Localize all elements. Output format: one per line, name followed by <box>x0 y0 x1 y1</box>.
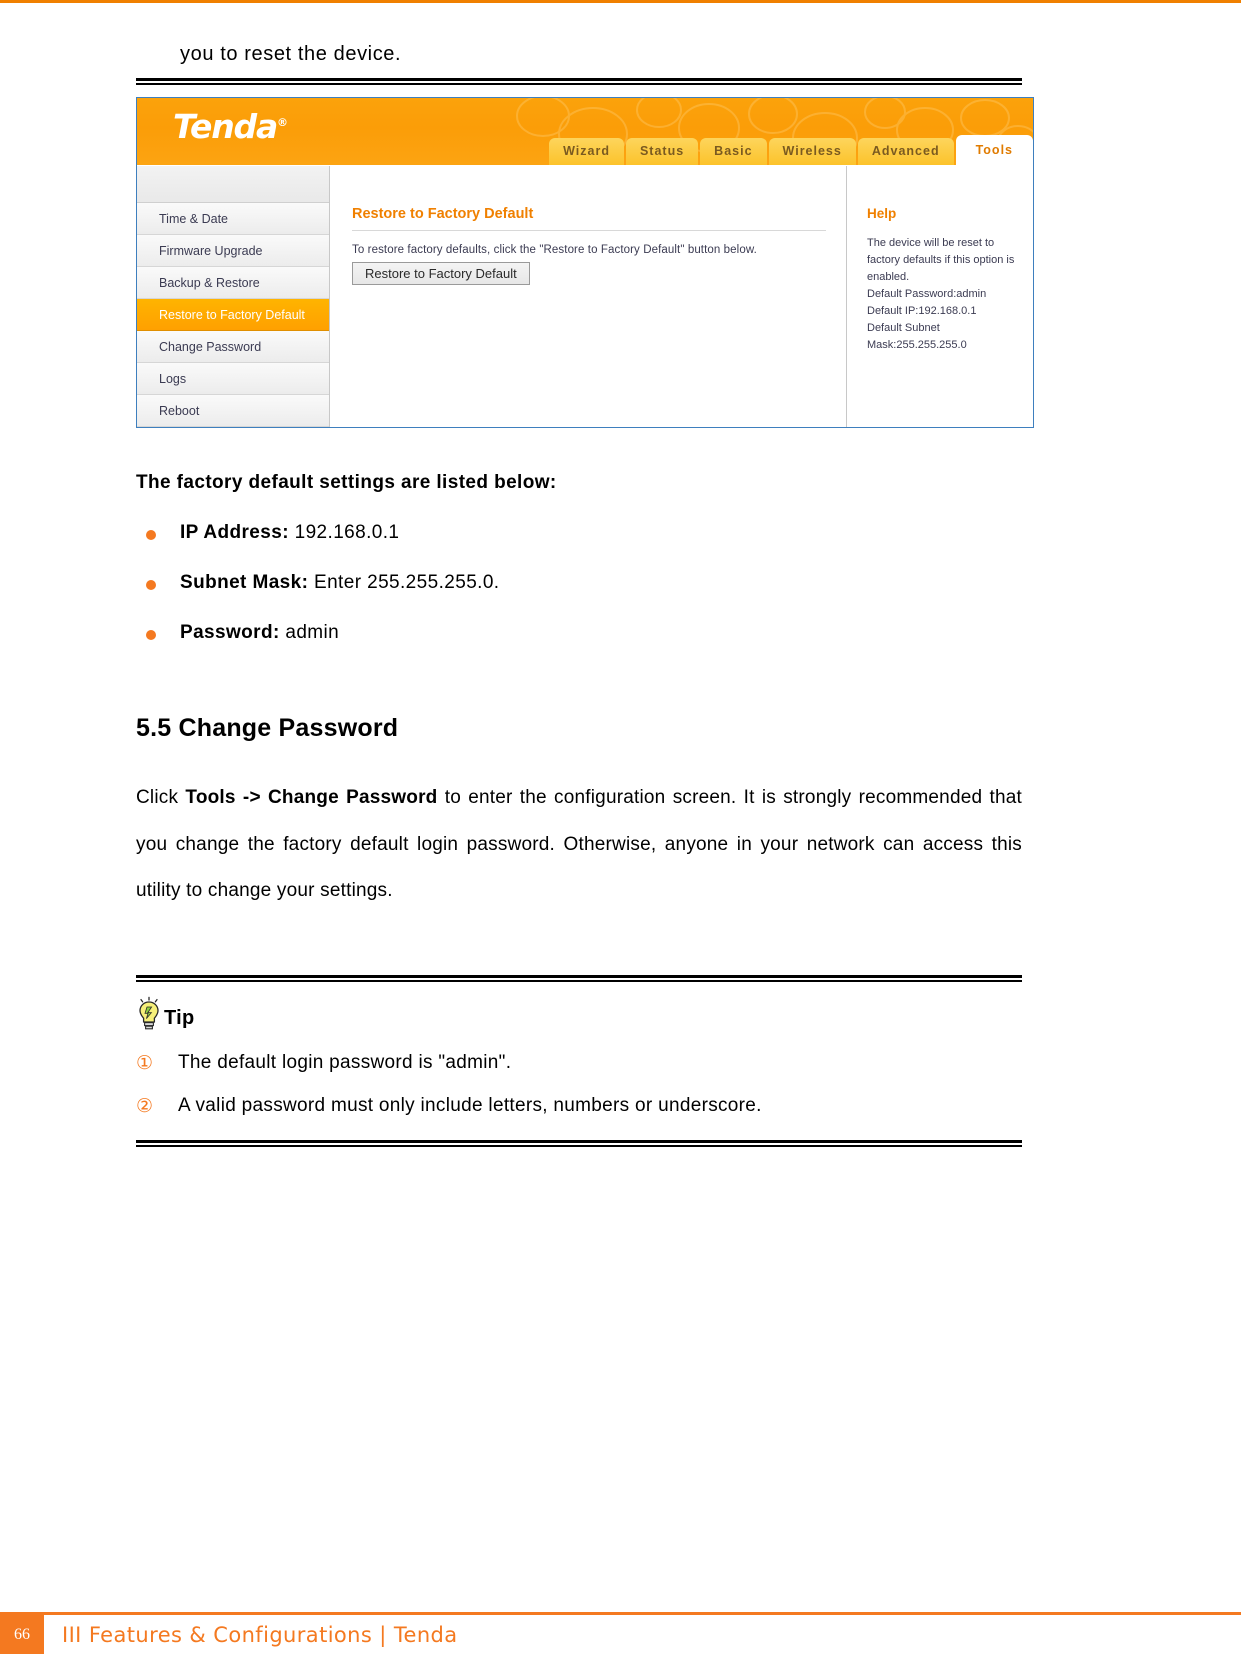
sidebar-item-reboot[interactable]: Reboot <box>137 395 329 427</box>
defaults-list: IP Address: 192.168.0.1 Subnet Mask: Ent… <box>136 522 1022 644</box>
sidebar-item-logs[interactable]: Logs <box>137 363 329 395</box>
restore-to-factory-default-button[interactable]: Restore to Factory Default <box>352 262 530 285</box>
list-item: Password: admin <box>136 622 1022 644</box>
page-footer: 66 III Features & Configurations | Tenda <box>0 1615 1241 1654</box>
carryover-text: you to reset the device. <box>180 43 402 65</box>
help-default-ip: Default IP:192.168.0.1 <box>867 305 977 318</box>
sidebar-item-time-and-date[interactable]: Time & Date <box>137 203 329 235</box>
bullet-dot-icon <box>146 630 156 640</box>
defaults-item-value: Enter 255.255.255.0. <box>314 572 500 593</box>
defaults-item-value: 192.168.0.1 <box>294 522 400 543</box>
sidebar-spacer <box>137 166 329 203</box>
divider-rule-top <box>136 78 1022 85</box>
defaults-heading: The factory default settings are listed … <box>136 472 557 493</box>
tip-rule-top <box>136 974 1022 982</box>
tab-tools[interactable]: Tools <box>955 135 1033 165</box>
list-item: Subnet Mask: Enter 255.255.255.0. <box>136 572 1022 594</box>
defaults-item-label: Subnet Mask: <box>180 572 309 593</box>
tab-wizard[interactable]: Wizard <box>549 138 624 165</box>
page-number: 66 <box>0 1615 44 1654</box>
router-help-pane: Help The device will be reset to factory… <box>847 166 1033 427</box>
help-default-subnet-line2: Mask:255.255.255.0 <box>867 339 967 352</box>
tab-status[interactable]: Status <box>625 138 699 165</box>
help-default-password: Default Password:admin <box>867 288 987 301</box>
registered-mark: ® <box>277 116 289 129</box>
tip-header: Tip <box>136 988 1022 1032</box>
tenda-logo-text: Tenda <box>173 107 278 146</box>
tab-advanced[interactable]: Advanced <box>857 138 954 165</box>
tenda-logo: Tenda® <box>173 107 288 146</box>
router-tab-bar: Wizard Status Basic Wireless Advanced To… <box>549 135 1033 165</box>
tip-text-1: The default login password is "admin". <box>178 1051 512 1073</box>
tip-number-2: ② <box>136 1095 154 1117</box>
pane-instruction: To restore factory defaults, click the "… <box>352 244 757 256</box>
lightbulb-icon <box>136 996 162 1032</box>
page-content: you to reset the device. Tenda® Wizard S… <box>136 0 1034 1147</box>
page-title: 5.5 Change Password <box>136 714 399 742</box>
lightbulb-icon-svg <box>139 996 159 1029</box>
tip-text-2: A valid password must only include lette… <box>178 1094 762 1116</box>
tip-number-1: ① <box>136 1052 154 1074</box>
bullet-dot-icon <box>146 580 156 590</box>
paragraph-nav-path: Tools -> Change Password <box>185 787 438 808</box>
router-main-pane: Restore to Factory Default To restore fa… <box>330 166 847 427</box>
defaults-item-label: IP Address: <box>180 522 289 543</box>
router-body: Time & Date Firmware Upgrade Backup & Re… <box>137 165 1033 427</box>
defaults-item-value: admin <box>285 622 340 643</box>
sidebar-item-backup-and-restore[interactable]: Backup & Restore <box>137 267 329 299</box>
router-header: Tenda® Wizard Status Basic Wireless Adva… <box>137 98 1033 165</box>
change-password-paragraph: Click Tools -> Change Password to enter … <box>136 775 1022 915</box>
sidebar-item-firmware-upgrade[interactable]: Firmware Upgrade <box>137 235 329 267</box>
tip-list-item: ① The default login password is "admin". <box>136 1052 1022 1075</box>
router-ui-screenshot: Tenda® Wizard Status Basic Wireless Adva… <box>136 97 1034 428</box>
tab-basic[interactable]: Basic <box>700 138 767 165</box>
help-paragraph: The device will be reset to factory defa… <box>867 237 1015 284</box>
sidebar-item-change-password[interactable]: Change Password <box>137 331 329 363</box>
footer-title: III Features & Configurations | Tenda <box>62 1622 458 1647</box>
bullet-dot-icon <box>146 530 156 540</box>
help-body: The device will be reset to factory defa… <box>867 235 1023 354</box>
tip-list-item: ② A valid password must only include let… <box>136 1095 1022 1118</box>
paragraph-lead: Click <box>136 787 186 808</box>
tab-wireless[interactable]: Wireless <box>768 138 856 165</box>
help-default-subnet-line1: Default Subnet <box>867 322 940 335</box>
tip-label: Tip <box>164 1006 195 1029</box>
defaults-item-label: Password: <box>180 622 280 643</box>
pane-title: Restore to Factory Default <box>352 206 826 231</box>
tip-rule-bottom <box>136 1139 1022 1147</box>
help-title: Help <box>867 206 897 221</box>
list-item: IP Address: 192.168.0.1 <box>136 522 1022 544</box>
sidebar-item-restore-to-factory-default[interactable]: Restore to Factory Default <box>137 299 329 331</box>
router-sidebar: Time & Date Firmware Upgrade Backup & Re… <box>137 166 330 427</box>
